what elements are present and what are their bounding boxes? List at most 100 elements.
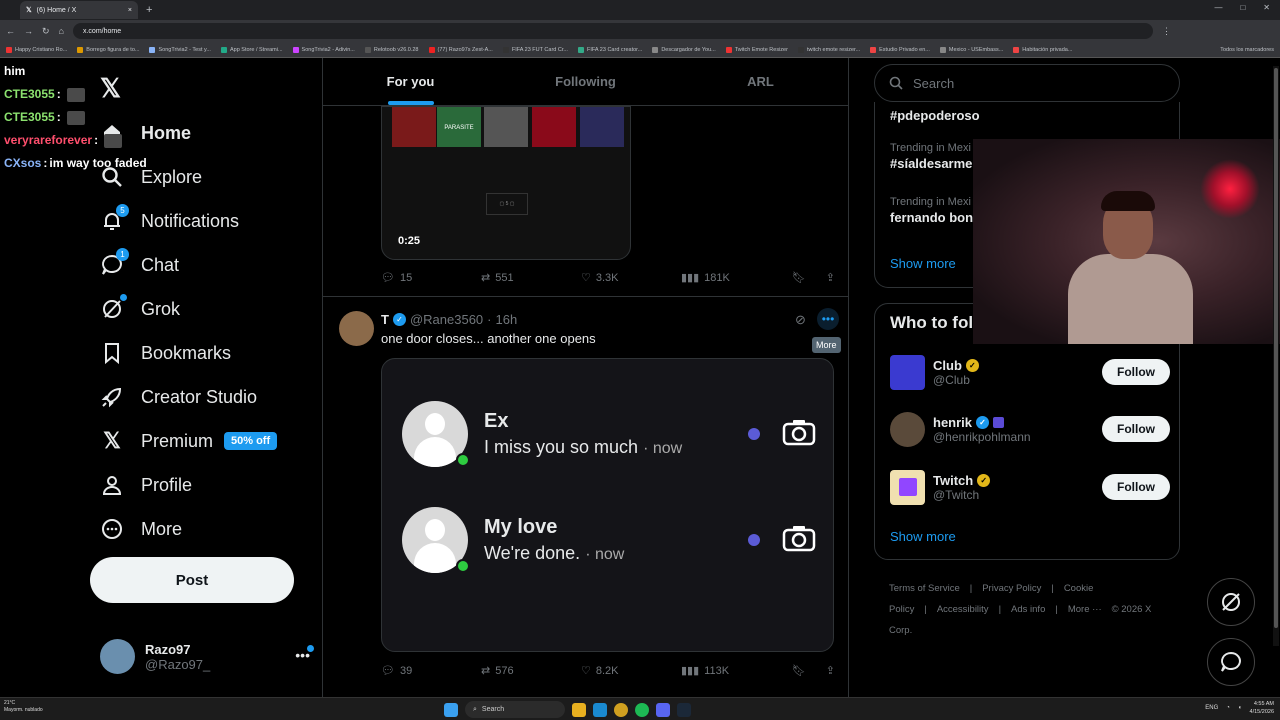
like-button[interactable]: ♡ 8.2K xyxy=(581,664,681,678)
show-more-link[interactable]: Show more xyxy=(890,256,956,271)
back-icon[interactable]: ← xyxy=(6,26,15,36)
share-icon[interactable]: ⇪ xyxy=(826,664,835,677)
windows-start-icon[interactable] xyxy=(444,702,458,717)
spotify-icon[interactable] xyxy=(635,702,649,717)
nav-bookmarks[interactable]: Bookmarks xyxy=(100,340,231,366)
bookmark-item[interactable]: Mexico - USEmbass... xyxy=(939,46,1003,53)
grok-fab[interactable] xyxy=(1207,578,1255,626)
tab-arl[interactable]: ARL xyxy=(673,58,848,105)
grok-explain-icon[interactable]: ⊘ xyxy=(795,312,806,328)
suggested-account[interactable]: Club ✓ @Club Follow xyxy=(890,353,1170,391)
trend-item[interactable]: #pdepoderoso xyxy=(890,106,980,123)
bookmark-item[interactable]: Happy Cristiano Ro... xyxy=(6,46,67,53)
views-button[interactable]: ▮▮▮ 113K xyxy=(681,664,781,678)
volume-icon[interactable]: ◖ xyxy=(1238,705,1242,711)
address-bar[interactable]: x.com/home xyxy=(72,23,1153,39)
weather-widget[interactable]: 21°C Mayorm. nublado xyxy=(4,700,43,714)
maximize-icon[interactable]: □ xyxy=(1240,3,1245,12)
nav-grok[interactable]: Grok xyxy=(100,294,180,322)
nav-premium[interactable]: 𝕏 Premium 50% off xyxy=(100,428,278,454)
reply-button[interactable]: 💬︎ 39 xyxy=(381,664,481,678)
reload-icon[interactable]: ↻ xyxy=(42,26,50,37)
bookmark-item[interactable]: App Store / Streami... xyxy=(220,46,283,53)
suggested-account[interactable]: Twitch ✓ @Twitch Follow xyxy=(890,468,1170,506)
edge-icon[interactable] xyxy=(593,702,607,717)
post-button[interactable]: Post xyxy=(90,557,294,603)
bookmark-item[interactable]: FIFA 23 FUT Card Cr... xyxy=(502,46,568,53)
footer-link[interactable]: Accessibility xyxy=(937,604,989,615)
new-tab-button[interactable]: + xyxy=(146,4,152,16)
bookmark-item[interactable]: Descargador de You... xyxy=(652,46,716,53)
tweet2-media[interactable]: Ex I miss you so much · now My love We'r… xyxy=(381,358,834,652)
nav-more[interactable]: More xyxy=(100,516,182,542)
show-more-link[interactable]: Show more xyxy=(890,529,956,544)
footer-link[interactable]: Privacy Policy xyxy=(982,583,1041,594)
messages-fab[interactable] xyxy=(1207,638,1255,686)
account-switcher[interactable]: Razo97 @Razo97_ ••• xyxy=(100,639,314,674)
footer-link[interactable]: Terms of Service xyxy=(889,583,960,594)
bookmark-item[interactable]: SongTrivia2 - Test y... xyxy=(149,46,211,53)
tab-following[interactable]: Following xyxy=(498,58,673,105)
follow-button[interactable]: Follow xyxy=(1102,474,1170,500)
clock[interactable]: 4:55 AM 4/15/2026 xyxy=(1250,700,1274,716)
nav-chat[interactable]: 1 Chat xyxy=(100,248,179,278)
page-scrollbar[interactable] xyxy=(1273,66,1279,646)
bookmark-item[interactable]: Habitación privada... xyxy=(1013,46,1072,53)
chat-badge: 1 xyxy=(116,248,129,261)
verified-gold-icon: ✓ xyxy=(977,473,991,487)
chrome-icon[interactable] xyxy=(614,702,628,717)
tweet-time[interactable]: 16h xyxy=(496,312,518,327)
author-handle[interactable]: @Rane3560 xyxy=(410,312,483,327)
browser-tab[interactable]: 𝕏 (6) Home / X × xyxy=(20,1,138,19)
footer-link[interactable]: More ··· xyxy=(1068,604,1102,615)
tweet1-video[interactable]: PARASITE ▢ 5 ▢ 0:25 xyxy=(381,106,631,260)
all-bookmarks-folder[interactable]: Todos los marcadores xyxy=(1220,47,1274,53)
bookmark-button[interactable]: 🔖︎ xyxy=(792,664,806,677)
views-button[interactable]: ▮▮▮ 181K xyxy=(681,271,781,285)
bookmark-item[interactable]: Twitch Emote Resizer xyxy=(725,46,788,53)
taskbar-search[interactable]: ⌕ Search xyxy=(465,701,565,718)
bookmark-item[interactable]: SongTrivia2 - Adivin... xyxy=(292,46,355,53)
tab-for-you[interactable]: For you xyxy=(323,58,498,105)
reply-icon: 💬︎ xyxy=(381,272,395,284)
bookmark-item[interactable]: Borrego figura de to... xyxy=(77,46,139,53)
explorer-icon[interactable] xyxy=(572,702,586,717)
more-options-button[interactable]: ••• xyxy=(817,308,839,330)
minimize-icon[interactable]: — xyxy=(1214,3,1222,12)
nav-creator-studio[interactable]: Creator Studio xyxy=(100,384,257,410)
nav-notifications[interactable]: 5 Notifications xyxy=(100,204,239,234)
author-name[interactable]: T xyxy=(381,312,389,327)
discord-icon[interactable] xyxy=(656,702,670,717)
forward-icon[interactable]: → xyxy=(24,26,33,36)
avatar[interactable] xyxy=(339,311,374,346)
search-input[interactable]: Search xyxy=(874,64,1180,102)
browser-menu-icon[interactable]: ⋮ xyxy=(1162,26,1171,37)
suggested-account[interactable]: henrik ✓ @henrikpohlmann Follow xyxy=(890,410,1170,448)
bookmark-item[interactable]: Estudio Privado en... xyxy=(870,46,930,53)
like-button[interactable]: ♡ 3.3K xyxy=(581,271,681,285)
close-window-icon[interactable]: ✕ xyxy=(1263,3,1270,12)
trend-item[interactable]: Trending in Mexi #síaldesarme xyxy=(890,142,972,171)
home-icon[interactable]: ⌂ xyxy=(59,26,64,36)
footer-link[interactable]: Ads info xyxy=(1011,604,1045,615)
repost-button[interactable]: ⇄ 576 xyxy=(481,664,581,678)
tab-close-icon[interactable]: × xyxy=(128,7,132,14)
bookmark-item[interactable]: (77) Razo97s Zest-A... xyxy=(428,46,493,53)
repost-button[interactable]: ⇄ 551 xyxy=(481,271,581,285)
share-icon[interactable]: ⇪ xyxy=(826,271,835,284)
follow-button[interactable]: Follow xyxy=(1102,416,1170,442)
steam-icon[interactable] xyxy=(677,702,691,717)
trend-item[interactable]: Trending in Mexi fernando bon xyxy=(890,196,973,225)
wifi-icon[interactable]: ◔ xyxy=(1226,705,1230,711)
language-indicator[interactable]: ENG xyxy=(1205,705,1218,711)
reply-button[interactable]: 💬︎ 15 xyxy=(381,271,481,285)
camera-icon xyxy=(782,418,816,451)
follow-button[interactable]: Follow xyxy=(1102,359,1170,385)
nav-profile[interactable]: Profile xyxy=(100,472,192,498)
bookmark-item[interactable]: twitch emote resizer... xyxy=(797,46,860,53)
bookmark-item[interactable]: FIFA 23 Card creator... xyxy=(577,46,642,53)
twitch-avatar-icon xyxy=(890,469,925,505)
bookmark-item[interactable]: Relotoob v26.0.28 xyxy=(364,46,419,53)
bookmark-button[interactable]: 🔖︎ xyxy=(792,271,806,284)
account-more-icon[interactable]: ••• xyxy=(295,645,314,663)
